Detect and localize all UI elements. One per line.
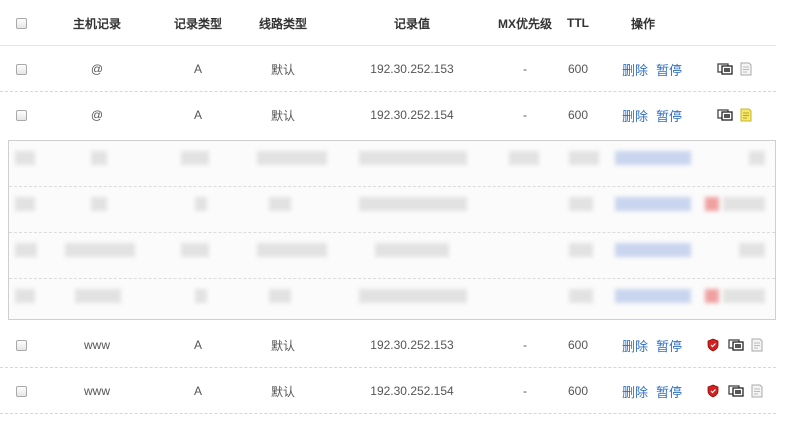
header-ttl: TTL [567, 16, 589, 30]
cell-type: A [193, 62, 202, 76]
cell-ttl: 600 [567, 384, 589, 398]
dns-records-table-bottom: www A 默认 192.30.252.153 - 600 删除 暂停 www … [0, 322, 776, 414]
cell-value: 192.30.252.154 [370, 384, 454, 398]
pause-link[interactable]: 暂停 [656, 336, 682, 355]
note-icon[interactable] [750, 384, 766, 398]
row-select-cell[interactable] [8, 46, 34, 92]
delete-link[interactable]: 删除 [622, 106, 648, 125]
cell-host: @ [90, 108, 104, 122]
cell-line: 默认 [270, 338, 295, 353]
delete-link[interactable]: 删除 [622, 60, 648, 79]
cell-ttl: 600 [567, 62, 589, 76]
cell-ops: 删除 暂停 [612, 368, 692, 414]
header-mx: MX优先级 [497, 16, 552, 31]
dns-records-table: 主机记录 记录类型 线路类型 记录值 MX优先级 TTL 操作 @ A 默认 1… [0, 0, 776, 138]
header-ops: 操作 [630, 16, 655, 31]
cell-icons [700, 46, 774, 92]
delete-link[interactable]: 删除 [622, 382, 648, 401]
header-line: 线路类型 [258, 16, 307, 31]
cell-icons [700, 322, 774, 368]
cell-icons [700, 368, 774, 414]
cell-ops: 删除 暂停 [612, 322, 692, 368]
pause-link[interactable]: 暂停 [656, 106, 682, 125]
pause-link[interactable]: 暂停 [656, 60, 682, 79]
row-checkbox[interactable] [15, 63, 27, 75]
monitor-icon[interactable] [728, 338, 744, 352]
header-type: 记录类型 [173, 16, 222, 31]
monitor-icon[interactable] [728, 384, 744, 398]
cell-line: 默认 [270, 384, 295, 399]
cell-value: 192.30.252.153 [370, 338, 454, 352]
cell-host: @ [90, 62, 104, 76]
cell-host: www [84, 384, 110, 398]
select-all-checkbox[interactable] [15, 17, 27, 29]
cell-value: 192.30.252.154 [370, 108, 454, 122]
cell-line: 默认 [270, 108, 295, 123]
cell-ops: 删除 暂停 [612, 92, 692, 138]
row-select-cell[interactable] [8, 322, 34, 368]
row-checkbox[interactable] [15, 109, 27, 121]
cell-type: A [193, 338, 202, 352]
cell-type: A [193, 108, 202, 122]
table-header: 主机记录 记录类型 线路类型 记录值 MX优先级 TTL 操作 [0, 0, 776, 46]
cell-ops: 删除 暂停 [612, 46, 692, 92]
cell-ttl: 600 [567, 108, 589, 122]
table-row: www A 默认 192.30.252.154 - 600 删除 暂停 [0, 368, 776, 414]
cell-mx: - [523, 338, 527, 352]
row-select-cell[interactable] [8, 368, 34, 414]
cell-type: A [193, 384, 202, 398]
row-checkbox[interactable] [15, 339, 27, 351]
cell-mx: - [523, 108, 527, 122]
pause-link[interactable]: 暂停 [656, 382, 682, 401]
note-icon[interactable] [750, 338, 766, 352]
cell-line: 默认 [270, 62, 295, 77]
header-host: 主机记录 [72, 16, 121, 31]
note-yellow-icon[interactable] [739, 108, 755, 122]
table-row: www A 默认 192.30.252.153 - 600 删除 暂停 [0, 322, 776, 368]
row-checkbox[interactable] [15, 385, 27, 397]
note-icon[interactable] [739, 62, 755, 76]
cell-mx: - [523, 384, 527, 398]
select-all-cell[interactable] [8, 0, 34, 46]
cell-mx: - [523, 62, 527, 76]
table-row: @ A 默认 192.30.252.153 - 600 删除 暂停 [0, 46, 776, 92]
shield-icon[interactable] [706, 384, 722, 398]
cell-value: 192.30.252.153 [370, 62, 454, 76]
monitor-icon[interactable] [717, 62, 733, 76]
cell-icons [700, 92, 774, 138]
cell-ttl: 600 [567, 338, 589, 352]
redacted-rows [8, 140, 776, 320]
delete-link[interactable]: 删除 [622, 336, 648, 355]
table-row: @ A 默认 192.30.252.154 - 600 删除 暂停 [0, 92, 776, 138]
shield-icon[interactable] [706, 338, 722, 352]
row-select-cell[interactable] [8, 92, 34, 138]
monitor-icon[interactable] [717, 108, 733, 122]
header-value: 记录值 [393, 16, 430, 31]
cell-host: www [84, 338, 110, 352]
